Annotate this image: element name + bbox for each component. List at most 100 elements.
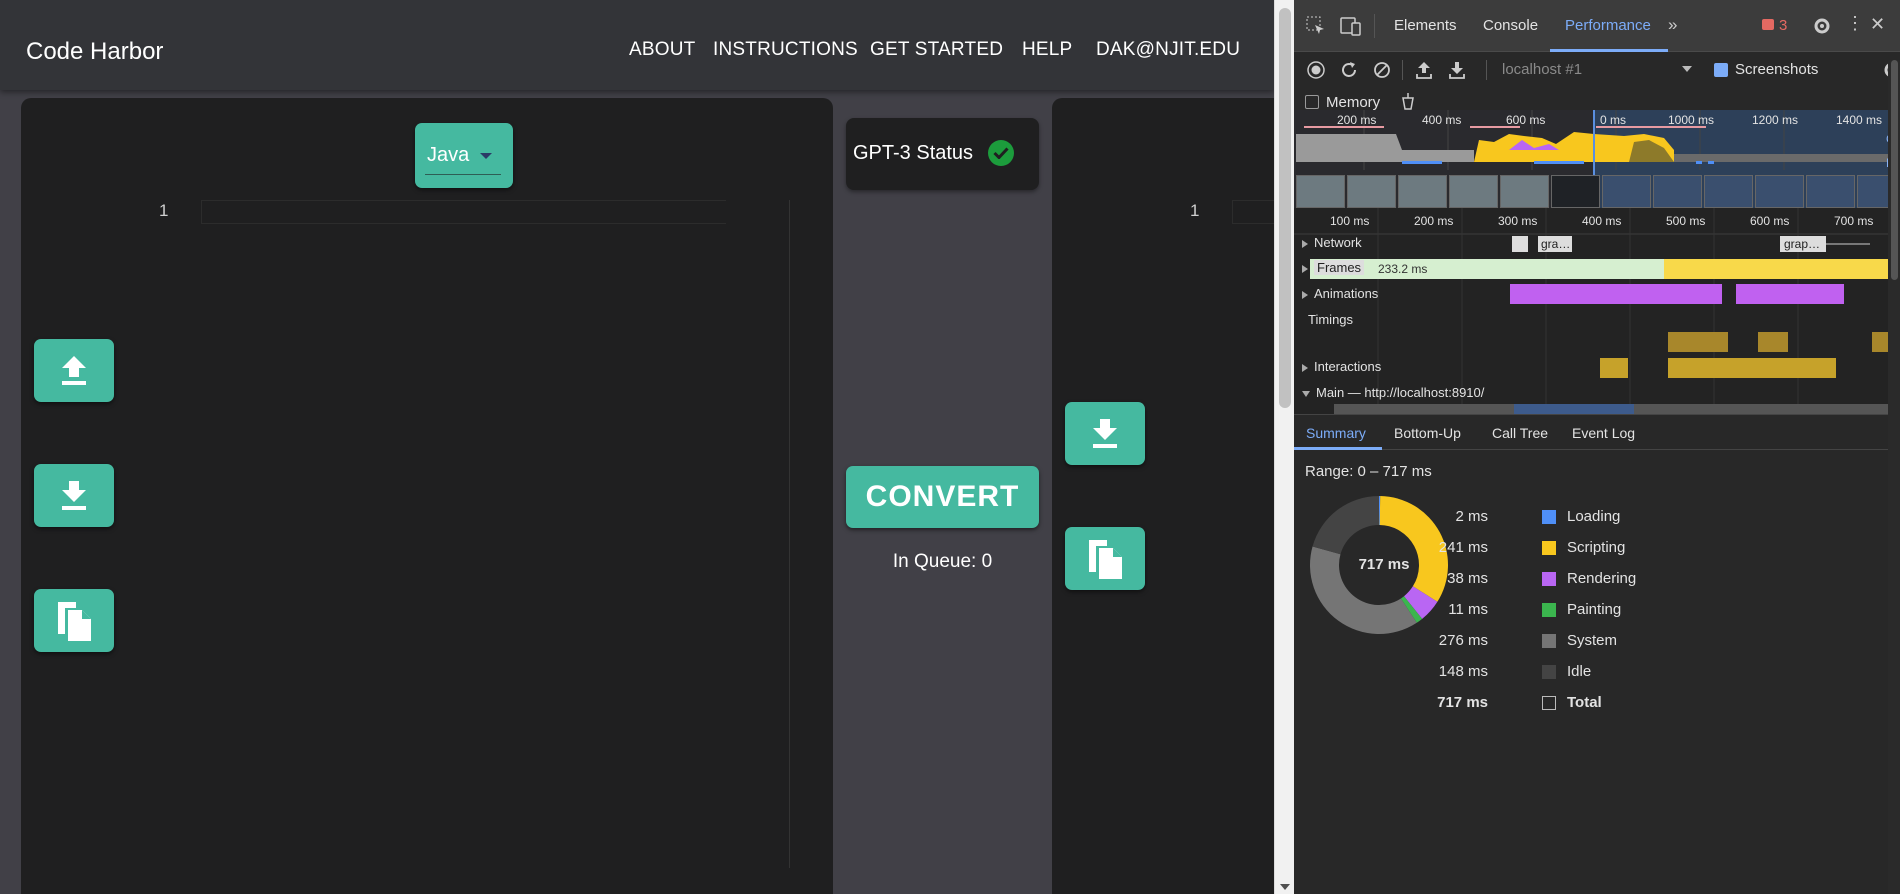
download-icon — [1093, 418, 1117, 448]
nav-help[interactable]: HELP — [1022, 39, 1072, 61]
filmstrip-frame[interactable] — [1296, 175, 1345, 208]
filmstrip-frame[interactable] — [1500, 175, 1549, 208]
track-animations[interactable]: Animations — [1294, 286, 1378, 301]
garbage-collect-icon[interactable] — [1399, 92, 1417, 110]
timeline-tick: 300 ms — [1498, 214, 1538, 228]
details-tab-bar: Summary Bottom-Up Call Tree Event Log — [1294, 414, 1900, 450]
summary-range: Range: 0 – 717 ms — [1305, 463, 1432, 480]
tab-bottom-up[interactable]: Bottom-Up — [1394, 425, 1461, 441]
track-timings[interactable]: Timings — [1308, 312, 1353, 327]
target-code-line[interactable] — [1232, 200, 1274, 224]
nav-user-email[interactable]: DAK@NJIT.EDU — [1096, 39, 1240, 61]
save-profile-icon[interactable] — [1447, 60, 1467, 80]
record-icon[interactable] — [1306, 60, 1326, 80]
overview-tick: 400 ms — [1422, 113, 1462, 127]
brand-title[interactable]: Code Harbor — [26, 38, 163, 66]
legend-label: Total — [1567, 694, 1602, 711]
legend-label: Scripting — [1567, 539, 1626, 556]
chevron-down-icon — [480, 153, 492, 159]
tab-elements[interactable]: Elements — [1394, 17, 1457, 34]
memory-checkbox[interactable] — [1305, 95, 1319, 109]
close-icon[interactable]: ✕ — [1870, 14, 1885, 35]
nav-instructions[interactable]: INSTRUCTIONS — [713, 39, 858, 61]
tab-summary[interactable]: Summary — [1306, 425, 1366, 441]
track-network[interactable]: Network — [1294, 235, 1362, 250]
screenshots-label: Screenshots — [1735, 61, 1819, 78]
legend-row-scripting: 241 ms Scripting — [1434, 539, 1734, 559]
overview-tick: 1200 ms — [1752, 113, 1799, 127]
download-source-button[interactable] — [34, 464, 114, 527]
tab-performance[interactable]: Performance — [1565, 17, 1651, 34]
legend-value: 717 ms — [1437, 694, 1488, 711]
network-request-label[interactable]: grap… — [1784, 237, 1820, 251]
language-select-value: Java — [427, 144, 470, 166]
upload-icon — [62, 355, 86, 385]
legend-swatch — [1542, 603, 1556, 617]
inspect-element-icon[interactable] — [1306, 16, 1326, 36]
queue-status: In Queue: 0 — [892, 551, 993, 572]
copy-result-button[interactable] — [1065, 527, 1145, 590]
nav-about[interactable]: ABOUT — [629, 39, 695, 61]
filmstrip-frame[interactable] — [1449, 175, 1498, 208]
network-request-label[interactable]: gra… — [1541, 237, 1570, 251]
copy-source-button[interactable] — [34, 589, 114, 652]
legend-swatch — [1542, 696, 1556, 710]
track-interactions[interactable]: Interactions — [1294, 359, 1381, 374]
issues-icon[interactable] — [1762, 19, 1774, 30]
status-ok-icon — [988, 140, 1014, 166]
recording-target-select[interactable]: localhost #1 — [1502, 61, 1582, 78]
donut-slice-idle — [1312, 496, 1379, 555]
filmstrip-frame[interactable] — [1551, 175, 1600, 208]
issues-count[interactable]: 3 — [1779, 17, 1787, 34]
scroll-down-arrow-icon[interactable] — [1280, 884, 1290, 890]
timeline-tracks: 100 ms 200 ms 300 ms 400 ms 500 ms 600 m… — [1294, 208, 1900, 414]
page-scrollbar[interactable] — [1274, 0, 1294, 894]
source-editor-scroll-track — [789, 200, 790, 868]
track-main[interactable]: Main — http://localhost:8910/ — [1294, 385, 1484, 400]
filmstrip-frame[interactable] — [1755, 175, 1804, 208]
devtools-scrollbar[interactable] — [1888, 60, 1900, 894]
code-harbor-app: Code Harbor ABOUT INSTRUCTIONS GET START… — [0, 0, 1274, 894]
convert-button[interactable]: CONVERT — [846, 466, 1039, 528]
load-profile-icon[interactable] — [1414, 60, 1434, 80]
upload-button[interactable] — [34, 339, 114, 402]
legend-label: Rendering — [1567, 570, 1637, 587]
filmstrip-frame[interactable] — [1704, 175, 1753, 208]
filmstrip-frame[interactable] — [1602, 175, 1651, 208]
chevron-down-icon[interactable] — [1682, 66, 1692, 72]
legend-row-system: 276 ms System — [1434, 632, 1734, 652]
legend-value: 241 ms — [1438, 539, 1488, 556]
legend-value: 38 ms — [1447, 570, 1488, 587]
nav-get-started[interactable]: GET STARTED — [870, 39, 1003, 61]
devtools-tab-bar: Elements Console Performance » 3 ⋮ ✕ — [1294, 0, 1900, 52]
tab-console[interactable]: Console — [1483, 17, 1538, 34]
devtools-scrollbar-thumb[interactable] — [1891, 60, 1898, 280]
timeline-overview[interactable]: 200 ms 400 ms 600 ms 0 ms 1000 ms 1200 m… — [1294, 110, 1900, 208]
more-tabs-icon[interactable]: » — [1668, 15, 1677, 35]
tab-event-log[interactable]: Event Log — [1572, 425, 1635, 441]
clear-icon[interactable] — [1372, 60, 1392, 80]
filmstrip-frame[interactable] — [1398, 175, 1447, 208]
download-result-button[interactable] — [1065, 402, 1145, 465]
page-scrollbar-thumb[interactable] — [1279, 8, 1291, 408]
language-select[interactable]: Java — [415, 123, 513, 188]
gear-icon[interactable] — [1812, 16, 1832, 36]
screenshots-checkbox[interactable] — [1714, 63, 1728, 77]
device-toolbar-icon[interactable] — [1340, 16, 1362, 36]
overview-tick: 1000 ms — [1668, 113, 1715, 127]
frames-duration: 233.2 ms — [1378, 262, 1428, 276]
reload-record-icon[interactable] — [1339, 60, 1359, 80]
filmstrip-frame[interactable] — [1806, 175, 1855, 208]
kebab-menu-icon[interactable]: ⋮ — [1846, 13, 1864, 33]
filmstrip-frame[interactable] — [1653, 175, 1702, 208]
track-frames[interactable]: Frames — [1294, 260, 1365, 275]
legend-swatch — [1542, 572, 1556, 586]
timeline-tick: 500 ms — [1666, 214, 1706, 228]
gpt-status-label: GPT-3 Status — [853, 142, 974, 164]
filmstrip-frame[interactable] — [1347, 175, 1396, 208]
tab-call-tree[interactable]: Call Tree — [1492, 425, 1548, 441]
source-code-line[interactable] — [201, 200, 726, 224]
legend-row-loading: 2 ms Loading — [1434, 508, 1734, 528]
timeline-tick: 100 ms — [1330, 214, 1370, 228]
devtools-panel: Elements Console Performance » 3 ⋮ ✕ loc… — [1294, 0, 1900, 894]
